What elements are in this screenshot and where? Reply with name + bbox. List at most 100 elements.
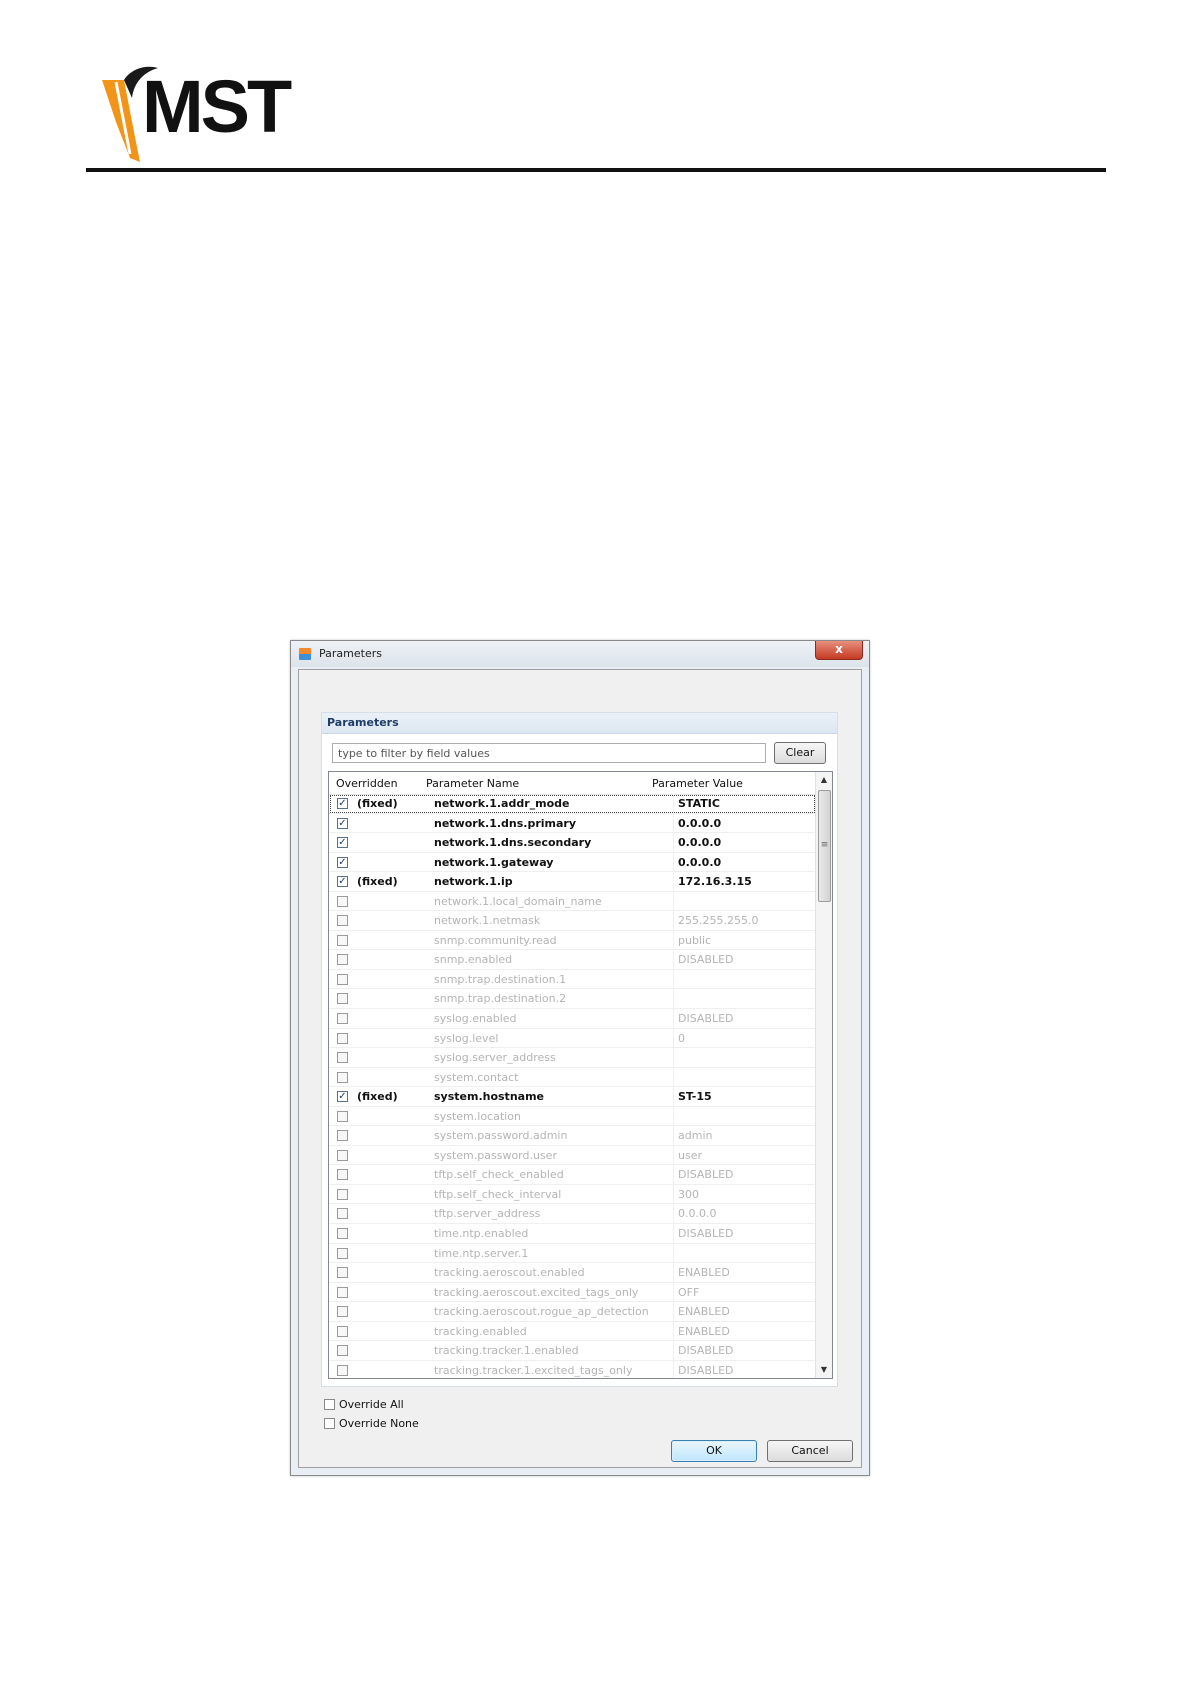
checkbox-unchecked-icon[interactable] [337, 1286, 348, 1298]
checkbox-unchecked-icon[interactable] [337, 1032, 348, 1044]
checkbox-unchecked-icon[interactable] [337, 1247, 348, 1259]
checkbox-unchecked-icon[interactable] [337, 1110, 348, 1122]
title-bar[interactable]: Parameters x [291, 641, 869, 667]
parameter-name: system.contact [434, 1070, 519, 1084]
column-divider [673, 930, 674, 950]
table-row[interactable]: syslog.server_address [329, 1048, 816, 1068]
checkbox-checked-icon[interactable]: ✓ [337, 856, 348, 868]
table-row[interactable]: tracking.aeroscout.rogue_ap_detection ENA… [329, 1302, 816, 1322]
close-button[interactable]: x [815, 641, 863, 660]
checkbox-checked-icon[interactable]: ✓ [337, 1091, 348, 1103]
table-row[interactable]: ✓ (fixed) network.1.addr_mode STATIC [329, 794, 816, 814]
checkbox-unchecked-icon[interactable] [337, 1306, 348, 1318]
table-row[interactable]: ✓ network.1.dns.primary 0.0.0.0 [329, 813, 816, 834]
fixed-label: (fixed) [357, 797, 398, 810]
override-none-checkbox[interactable]: Override None [324, 1417, 419, 1430]
table-row[interactable]: tftp.server_address 0.0.0.0 [329, 1204, 816, 1225]
table-row[interactable]: time.ntp.server.1 [329, 1243, 816, 1264]
table-row[interactable]: snmp.community.read public [329, 930, 816, 951]
table-row[interactable]: system.location [329, 1106, 816, 1127]
table-row[interactable]: ✓ network.1.dns.secondary 0.0.0.0 [329, 833, 816, 853]
table-row[interactable]: tracking.aeroscout.excited_tags_only OFF [329, 1282, 816, 1303]
scrollbar-thumb[interactable]: ≡ [818, 790, 831, 902]
table-row[interactable]: tftp.self_check_enabled DISABLED [329, 1165, 816, 1185]
filter-input[interactable] [332, 743, 766, 763]
checkbox-unchecked-icon[interactable] [337, 1188, 348, 1200]
column-divider [673, 969, 674, 989]
parameter-name: tracking.tracker.1.enabled [434, 1344, 579, 1358]
checkbox-unchecked-icon[interactable] [337, 1364, 348, 1376]
checkbox-unchecked-icon[interactable] [337, 1052, 348, 1064]
checkbox-unchecked-icon[interactable] [337, 934, 348, 946]
column-divider [673, 1204, 674, 1224]
checkbox-checked-icon[interactable]: ✓ [337, 798, 348, 809]
checkbox-unchecked-icon[interactable] [337, 895, 348, 907]
parameter-name: network.1.addr_mode [434, 797, 570, 810]
clear-button[interactable]: Clear [774, 742, 826, 764]
checkbox-checked-icon[interactable]: ✓ [337, 837, 348, 849]
vertical-scrollbar[interactable]: ▲ ≡ ▼ [815, 772, 832, 1378]
parameter-name: tftp.self_check_enabled [434, 1168, 564, 1182]
table-row[interactable]: network.1.local_domain_name [329, 891, 816, 912]
override-all-checkbox[interactable]: Override All [324, 1398, 404, 1411]
checkbox-unchecked-icon[interactable] [337, 1267, 348, 1279]
cancel-button[interactable]: Cancel [767, 1440, 853, 1462]
table-row[interactable]: system.password.user user [329, 1145, 816, 1166]
table-row[interactable]: ✓ (fixed) system.hostname ST-15 [329, 1087, 816, 1107]
checkbox-icon[interactable] [324, 1418, 335, 1429]
fixed-label: (fixed) [357, 875, 398, 889]
parameter-name: tracking.tracker.1.excited_tags_only [434, 1363, 633, 1377]
table-row[interactable]: tracking.tracker.1.excited_tags_only DISA… [329, 1360, 816, 1378]
table-row[interactable]: ✓ (fixed) network.1.ip 172.16.3.15 [329, 872, 816, 892]
table-row[interactable]: system.contact [329, 1067, 816, 1088]
checkbox-unchecked-icon[interactable] [337, 954, 348, 966]
checkbox-checked-icon[interactable]: ✓ [337, 876, 348, 888]
column-divider [673, 1009, 674, 1028]
checkbox-unchecked-icon[interactable] [337, 1169, 348, 1181]
checkbox-unchecked-icon[interactable] [337, 973, 348, 985]
table-row[interactable]: snmp.enabled DISABLED [329, 950, 816, 970]
column-headers: Overridden Parameter Name Parameter Valu… [329, 772, 816, 795]
checkbox-unchecked-icon[interactable] [337, 1013, 348, 1025]
column-header-parameter-value[interactable]: Parameter Value [652, 777, 743, 790]
parameters-table: Overridden Parameter Name Parameter Valu… [328, 771, 833, 1379]
checkbox-unchecked-icon[interactable] [337, 1345, 348, 1357]
parameter-name: snmp.community.read [434, 933, 557, 947]
column-divider [673, 1184, 674, 1204]
checkbox-unchecked-icon[interactable] [337, 915, 348, 927]
table-row[interactable]: system.password.admin admin [329, 1126, 816, 1146]
checkbox-checked-icon[interactable]: ✓ [337, 817, 348, 829]
column-divider [673, 1243, 674, 1263]
parameter-name: time.ntp.enabled [434, 1227, 529, 1241]
ok-button[interactable]: OK [671, 1440, 757, 1462]
scroll-down-icon[interactable]: ▼ [816, 1362, 832, 1378]
table-row[interactable]: ✓ network.1.gateway 0.0.0.0 [329, 852, 816, 873]
parameter-name: tftp.self_check_interval [434, 1187, 562, 1201]
table-row[interactable]: syslog.level 0 [329, 1028, 816, 1049]
table-row[interactable]: tracking.aeroscout.enabled ENABLED [329, 1263, 816, 1283]
scroll-up-icon[interactable]: ▲ [816, 772, 832, 788]
table-row[interactable]: syslog.enabled DISABLED [329, 1009, 816, 1029]
checkbox-unchecked-icon[interactable] [337, 1208, 348, 1220]
checkbox-unchecked-icon[interactable] [337, 1071, 348, 1083]
column-header-overridden[interactable]: Overridden [336, 777, 398, 790]
checkbox-unchecked-icon[interactable] [337, 1130, 348, 1142]
table-row[interactable]: network.1.netmask 255.255.255.0 [329, 911, 816, 931]
checkbox-unchecked-icon[interactable] [337, 993, 348, 1005]
parameter-value: ENABLED [678, 1305, 730, 1319]
checkbox-icon[interactable] [324, 1399, 335, 1410]
table-row[interactable]: snmp.trap.destination.2 [329, 989, 816, 1010]
checkbox-unchecked-icon[interactable] [337, 1149, 348, 1161]
checkbox-unchecked-icon[interactable] [337, 1228, 348, 1240]
table-row[interactable]: tftp.self_check_interval 300 [329, 1184, 816, 1205]
table-row[interactable]: snmp.trap.destination.1 [329, 969, 816, 990]
table-rows: ✓ (fixed) network.1.addr_mode STATIC ✓ networ… [329, 794, 816, 1378]
table-row[interactable]: tracking.tracker.1.enabled DISABLED [329, 1341, 816, 1361]
checkbox-unchecked-icon[interactable] [337, 1325, 348, 1337]
table-row[interactable]: tracking.enabled ENABLED [329, 1321, 816, 1342]
column-divider [673, 1360, 674, 1378]
parameter-value: 0.0.0.0 [678, 816, 722, 830]
column-header-parameter-name[interactable]: Parameter Name [426, 777, 519, 790]
table-row[interactable]: time.ntp.enabled DISABLED [329, 1224, 816, 1244]
column-divider [673, 1165, 674, 1184]
